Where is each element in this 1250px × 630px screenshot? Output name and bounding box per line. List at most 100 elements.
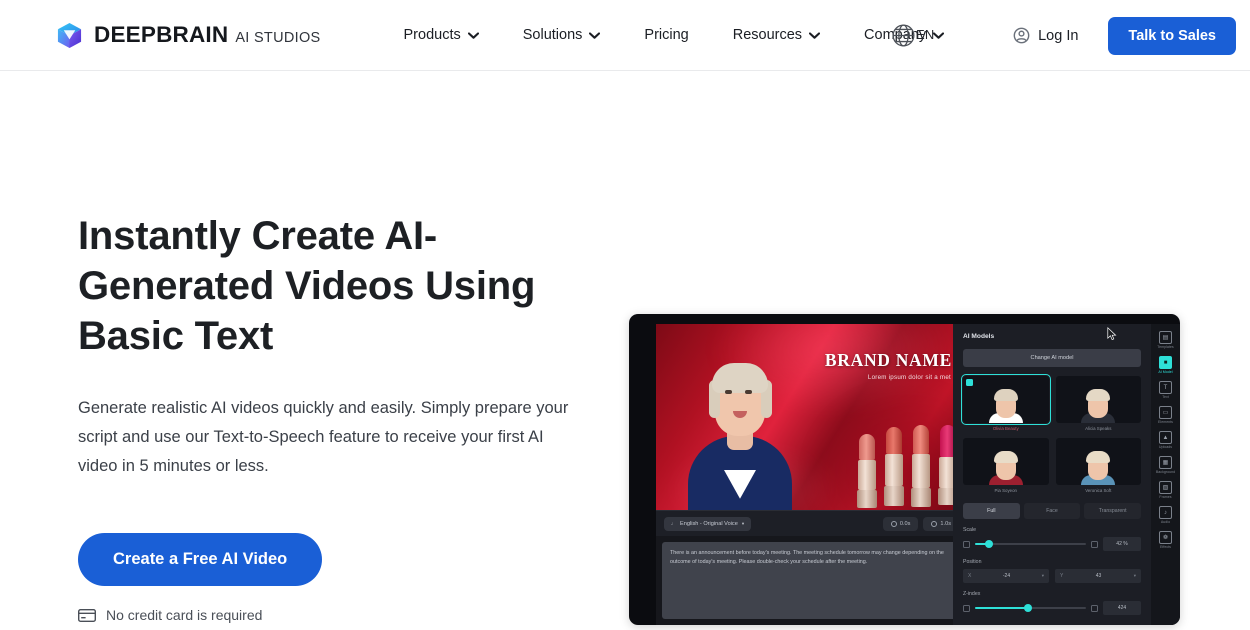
change-ai-model-button[interactable]: Change AI model: [963, 349, 1141, 367]
credit-card-icon: [78, 608, 96, 622]
nav-label: Company: [864, 27, 927, 43]
rail-item-frames[interactable]: ▧ Frames: [1153, 478, 1178, 501]
header-actions: Log In Talk to Sales: [999, 0, 1236, 71]
rail-item-uploads[interactable]: ▲ Uploads: [1153, 428, 1178, 451]
chevron-down-icon: [589, 31, 601, 39]
y-axis-label: Y: [1060, 573, 1064, 579]
page-title: Instantly Create AI-Generated Videos Usi…: [78, 214, 536, 358]
rail-item-audio[interactable]: ♪ Audio: [1153, 503, 1178, 526]
scale-slider[interactable]: [975, 540, 1086, 548]
model-label: Alicia Speaks: [1085, 426, 1112, 431]
clip-start-time[interactable]: 0.0s: [882, 516, 919, 531]
rail-item-elements[interactable]: ▭ Elements: [1153, 403, 1178, 426]
tab-full[interactable]: Full: [963, 503, 1020, 519]
canvas-brand-subtitle: Lorem ipsum dolor sit a met: [867, 374, 951, 381]
rail-label: Effects: [1160, 545, 1171, 549]
uploads-icon: ▲: [1159, 431, 1172, 444]
position-x-field[interactable]: X -24 ▾: [963, 569, 1049, 583]
main-navigation: Products Solutions Pricing Resources Com…: [382, 19, 967, 51]
rail-label: AI Model: [1158, 370, 1173, 374]
script-text: There is an announcement before today's …: [670, 550, 944, 565]
hero-section: Instantly Create AI-Generated Videos Usi…: [0, 71, 1250, 630]
lipstick-product-group: [856, 425, 959, 510]
model-card[interactable]: Alicia Speaks: [1055, 376, 1141, 431]
model-grid: Olivia Beauty Alicia Speaks Pia Soyeon V…: [961, 374, 1141, 493]
rail-label: Templates: [1157, 345, 1174, 349]
brand-name: DEEPBRAIN: [94, 22, 229, 47]
position-label: Position: [963, 559, 982, 565]
login-button[interactable]: Log In: [999, 19, 1092, 52]
rail-item-effects[interactable]: ❁ Effects: [1153, 528, 1178, 551]
ai-model-icon: ■: [1159, 356, 1172, 369]
nav-item-products[interactable]: Products: [382, 19, 501, 51]
talk-to-sales-button[interactable]: Talk to Sales: [1108, 16, 1236, 55]
ai-presenter-avatar: [688, 342, 792, 510]
z-index-control: 424: [963, 601, 1141, 615]
editor-tool-rail: ▤ Templates ■ AI Model T Text ▭ Elements…: [1151, 324, 1180, 625]
product-screenshot: BRAND NAME Lorem ipsum dolor sit a met ♩…: [629, 314, 1180, 625]
rail-label: Elements: [1158, 420, 1173, 424]
editor-stage: BRAND NAME Lorem ipsum dolor sit a met ♩…: [656, 324, 967, 625]
reset-z-index-icon[interactable]: [1091, 604, 1098, 612]
tab-transparent[interactable]: Transparent: [1084, 503, 1142, 519]
x-axis-label: X: [968, 573, 972, 579]
nav-label: Products: [403, 27, 461, 43]
position-x-value: -24: [1002, 573, 1011, 579]
nav-item-solutions[interactable]: Solutions: [501, 19, 623, 51]
no-credit-card-note: No credit card is required: [78, 607, 598, 623]
model-label: Veronica Soft: [1085, 488, 1112, 493]
nav-item-pricing[interactable]: Pricing: [622, 19, 710, 51]
voice-language-selector[interactable]: ♩ English - Original Voice ▾: [664, 516, 752, 531]
nav-label: Resources: [732, 27, 803, 43]
elements-icon: ▭: [1159, 406, 1172, 419]
hero-copy: Instantly Create AI-Generated Videos Usi…: [78, 211, 598, 623]
rail-item-ai-model[interactable]: ■ AI Model: [1153, 353, 1178, 376]
model-card[interactable]: Veronica Soft: [1055, 438, 1141, 493]
rail-item-templates[interactable]: ▤ Templates: [1153, 328, 1178, 351]
z-index-slider[interactable]: [975, 604, 1086, 612]
model-card[interactable]: Pia Soyeon: [963, 438, 1049, 493]
scale-value[interactable]: 42 %: [1103, 537, 1141, 551]
rail-label: Background: [1155, 470, 1176, 474]
tab-face[interactable]: Face: [1023, 503, 1081, 519]
brand-subtitle: AI STUDIOS: [235, 30, 321, 46]
rail-item-background[interactable]: ▦ Background: [1153, 453, 1178, 476]
audio-icon: ♪: [1159, 506, 1172, 519]
frames-icon: ▧: [1159, 481, 1172, 494]
rail-label: Uploads: [1158, 445, 1173, 449]
nav-item-company[interactable]: Company: [842, 19, 966, 51]
chevron-down-icon: [809, 31, 821, 39]
hero-subtext: Generate realistic AI videos quickly and…: [78, 399, 569, 475]
create-free-ai-video-button[interactable]: Create a Free AI Video: [78, 533, 323, 586]
rail-label: Text: [1162, 395, 1169, 399]
canvas-brand-title: BRAND NAME: [824, 350, 952, 370]
rail-item-text[interactable]: T Text: [1153, 378, 1178, 401]
brand-logo[interactable]: DEEPBRAIN AI STUDIOS: [56, 22, 321, 49]
reset-scale-icon[interactable]: [1091, 540, 1098, 548]
z-index-value[interactable]: 424: [1103, 601, 1141, 615]
nav-label: Solutions: [522, 27, 583, 43]
model-label: Olivia Beauty: [992, 426, 1019, 431]
nav-item-resources[interactable]: Resources: [711, 19, 842, 51]
background-icon: ▦: [1159, 456, 1172, 469]
position-control: X -24 ▾ Y 43 ▾: [963, 569, 1141, 583]
model-view-tabs: Full Face Transparent: [963, 503, 1142, 519]
clip-start-value: 0.0s: [899, 520, 911, 527]
no-credit-card-label: No credit card is required: [106, 607, 263, 623]
voice-language-label: English - Original Voice: [680, 520, 738, 527]
effects-icon: ❁: [1159, 531, 1172, 544]
position-y-field[interactable]: Y 43 ▾: [1055, 569, 1141, 583]
scale-control: 42 %: [963, 537, 1141, 551]
model-card[interactable]: Olivia Beauty: [961, 374, 1051, 431]
chevron-down-icon: [933, 31, 945, 39]
script-textarea[interactable]: There is an announcement before today's …: [662, 542, 961, 619]
text-icon: T: [1159, 381, 1172, 394]
video-canvas[interactable]: BRAND NAME Lorem ipsum dolor sit a met: [656, 324, 967, 510]
cube-icon: [57, 22, 82, 48]
z-index-lock-icon[interactable]: [963, 604, 970, 612]
lock-ratio-icon[interactable]: [963, 540, 970, 548]
selected-badge: [966, 379, 973, 386]
z-index-label: Z-index: [963, 591, 981, 597]
model-label: Pia Soyeon: [994, 488, 1017, 493]
scale-label: Scale: [963, 527, 976, 533]
